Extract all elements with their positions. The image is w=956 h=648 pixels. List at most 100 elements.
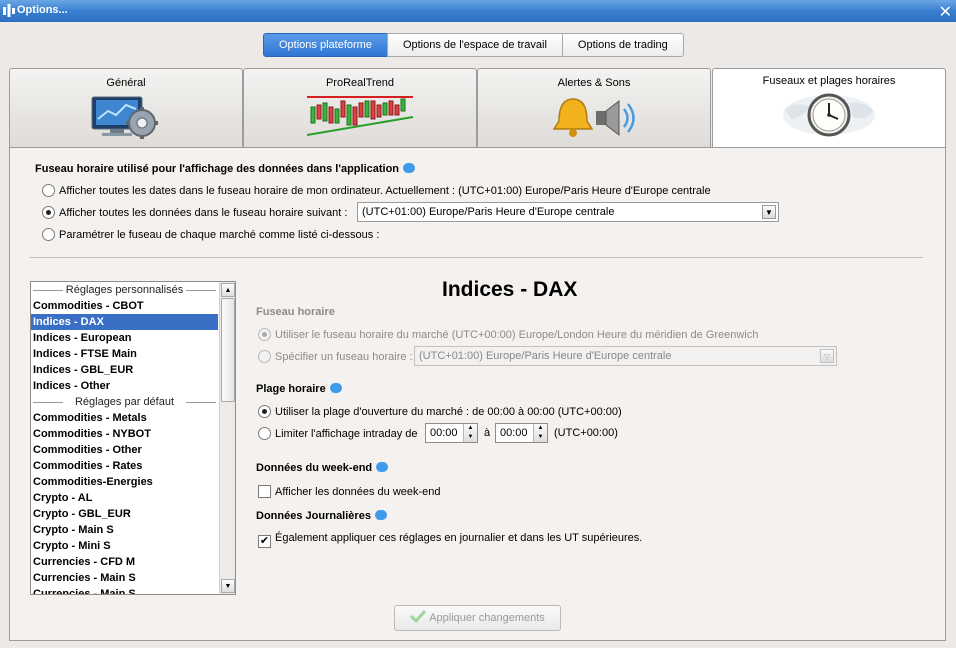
scroll-down-icon[interactable]: ▼ — [221, 579, 235, 593]
range-option-limit-label: Limiter l'affichage intraday de — [275, 428, 418, 440]
range-to-time[interactable]: 00:00 ▲ ▼ — [495, 423, 548, 443]
apply-changes-button[interactable]: Appliquer changements — [394, 605, 561, 631]
list-item[interactable]: Commodities - CBOT — [31, 298, 218, 314]
list-item[interactable]: Indices - GBL_EUR — [31, 362, 218, 378]
tz-option-fixed-radio[interactable] — [42, 206, 55, 219]
scroll-up-icon[interactable]: ▲ — [221, 283, 235, 297]
chevron-down-icon: ▽ — [820, 349, 834, 363]
market-tz-option-market: Utiliser le fuseau horaire du marché (UT… — [258, 328, 758, 341]
market-list[interactable]: Réglages personnalisés Commodities - CBO… — [30, 281, 236, 595]
range-to-value: 00:00 — [500, 427, 528, 439]
info-bubble-icon[interactable] — [329, 383, 342, 393]
list-item[interactable]: Commodities - NYBOT — [31, 426, 218, 442]
weekend-heading-text: Données du week-end — [256, 462, 373, 474]
list-item[interactable]: Indices - Other — [31, 378, 218, 394]
group-default-label: Réglages par défaut — [31, 394, 218, 410]
list-item[interactable]: Crypto - Mini S — [31, 538, 218, 554]
market-tz-select: (UTC+01:00) Europe/Paris Heure d'Europe … — [414, 346, 837, 366]
range-option-market[interactable]: Utiliser la plage d'ouverture du marché … — [258, 405, 622, 418]
close-icon[interactable]: ✕ — [939, 2, 952, 22]
tz-subheading: Fuseau horaire — [256, 306, 335, 318]
options-category-switch: Options plateforme Options de l'espace d… — [263, 33, 684, 57]
list-item[interactable]: Indices - FTSE Main — [31, 346, 218, 362]
daily-checkbox[interactable]: ✔ — [258, 535, 271, 548]
list-item[interactable]: Commodities - Rates — [31, 458, 218, 474]
range-option-market-label: Utiliser la plage d'ouverture du marché … — [275, 406, 622, 418]
tz-fixed-select-value: (UTC+01:00) Europe/Paris Heure d'Europe … — [362, 206, 615, 218]
tab-prorealtrend-label: ProRealTrend — [325, 77, 395, 89]
group-custom-label: Réglages personnalisés — [31, 282, 218, 298]
tz-option-per-market-radio[interactable] — [42, 228, 55, 241]
scroll-thumb[interactable] — [221, 298, 235, 402]
market-tz-custom-radio — [258, 350, 271, 363]
tab-general-label: Général — [106, 77, 146, 89]
list-item[interactable]: Crypto - AL — [31, 490, 218, 506]
timezone-heading-text: Fuseau horaire utilisé pour l'affichage … — [35, 163, 400, 175]
tab-general[interactable]: Général — [9, 68, 243, 148]
stepper-arrows-icon[interactable]: ▲ ▼ — [463, 424, 477, 442]
tab-prorealtrend[interactable]: ProRealTrend — [243, 68, 477, 148]
market-title: Indices - DAX — [442, 278, 578, 301]
stepper-arrows-icon[interactable]: ▲ ▼ — [533, 424, 547, 442]
tab-alerts-sounds[interactable]: Alertes & Sons — [477, 68, 711, 148]
app-icon — [3, 4, 15, 17]
segment-workspace-options[interactable]: Options de l'espace de travail — [386, 33, 563, 57]
monitor-gear-icon — [91, 96, 158, 139]
segment-platform-options[interactable]: Options plateforme — [263, 33, 388, 57]
weekend-option[interactable]: Afficher les données du week-end — [258, 485, 441, 498]
segment-trading-options[interactable]: Options de trading — [561, 33, 684, 57]
tz-option-per-market-label: Paramétrer le fuseau de chaque marché co… — [59, 229, 380, 241]
daily-heading-text: Données Journalières — [256, 510, 371, 522]
tab-timezones[interactable]: Fuseaux et plages horaires — [712, 68, 946, 148]
list-item[interactable]: Crypto - GBL_EUR — [31, 506, 218, 522]
clock-world-icon — [783, 93, 875, 137]
tz-option-computer[interactable]: Afficher toutes les dates dans le fuseau… — [42, 184, 711, 197]
info-bubble-icon[interactable] — [403, 163, 416, 173]
list-item[interactable]: Currencies - Main S — [31, 586, 218, 594]
list-item[interactable]: Currencies - CFD M — [31, 554, 218, 570]
bell-speaker-icon — [552, 98, 635, 137]
weekend-checkbox[interactable] — [258, 485, 271, 498]
range-heading: Plage horaire — [256, 383, 342, 395]
list-item[interactable]: Commodities - Metals — [31, 410, 218, 426]
list-item[interactable]: Commodities - Other — [31, 442, 218, 458]
info-bubble-icon[interactable] — [374, 510, 387, 520]
range-from-time[interactable]: 00:00 ▲ ▼ — [425, 423, 478, 443]
daily-checkbox-label: Également appliquer ces réglages en jour… — [275, 532, 643, 544]
range-from-value: 00:00 — [430, 427, 458, 439]
list-item[interactable]: Indices - European — [31, 330, 218, 346]
tz-option-per-market[interactable]: Paramétrer le fuseau de chaque marché co… — [42, 228, 379, 241]
apply-changes-label: Appliquer changements — [429, 612, 545, 624]
daily-heading: Données Journalières — [256, 510, 387, 522]
chevron-down-icon[interactable]: ▼ — [762, 205, 776, 219]
list-item[interactable]: Currencies - Main S — [31, 570, 218, 586]
candlestick-trend-icon — [306, 96, 414, 136]
window-titlebar: Options... ✕ — [0, 0, 956, 22]
weekend-checkbox-label: Afficher les données du week-end — [275, 486, 441, 498]
range-option-market-radio[interactable] — [258, 405, 271, 418]
market-tz-select-value: (UTC+01:00) Europe/Paris Heure d'Europe … — [419, 350, 672, 362]
list-item[interactable]: Commodities-Energies — [31, 474, 218, 490]
tz-fixed-select[interactable]: (UTC+01:00) Europe/Paris Heure d'Europe … — [357, 202, 779, 222]
list-item-selected[interactable]: Indices - DAX — [31, 314, 218, 330]
market-tz-market-radio — [258, 328, 271, 341]
section-divider — [30, 257, 923, 258]
range-heading-text: Plage horaire — [256, 383, 326, 395]
tz-option-computer-radio[interactable] — [42, 184, 55, 197]
weekend-heading: Données du week-end — [256, 462, 389, 474]
range-option-limit[interactable]: Limiter l'affichage intraday de — [258, 427, 418, 440]
tz-option-fixed-label: Afficher toutes les données dans le fuse… — [59, 207, 348, 219]
list-item[interactable]: Crypto - Main S — [31, 522, 218, 538]
tz-option-computer-label: Afficher toutes les dates dans le fuseau… — [59, 185, 711, 197]
daily-option[interactable]: ✔ Également appliquer ces réglages en jou… — [258, 532, 642, 548]
list-scrollbar[interactable]: ▲ ▼ — [219, 282, 235, 594]
timezone-heading: Fuseau horaire utilisé pour l'affichage … — [35, 163, 416, 175]
range-tz-label: (UTC+00:00) — [554, 427, 618, 439]
range-option-limit-radio[interactable] — [258, 427, 271, 440]
options-tabs: Général ProRealTrend Alertes & Sons Fuse… — [9, 68, 946, 148]
tab-alerts-sounds-label: Alertes & Sons — [557, 77, 631, 89]
market-tz-option-custom: Spécifier un fuseau horaire : — [258, 350, 413, 363]
tab-timezones-label: Fuseaux et plages horaires — [762, 75, 896, 87]
info-bubble-icon[interactable] — [376, 462, 389, 472]
tz-option-fixed[interactable]: Afficher toutes les données dans le fuse… — [42, 206, 347, 219]
